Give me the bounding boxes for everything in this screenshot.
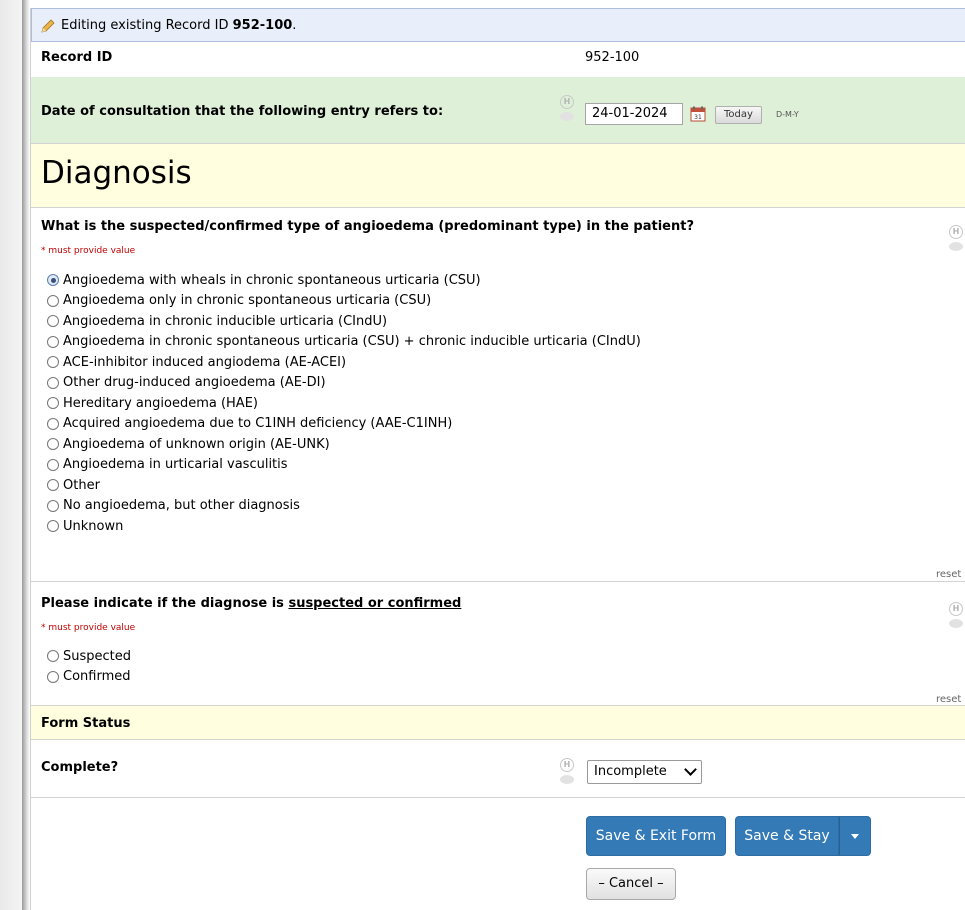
radio-group-suspected-confirmed: Suspected Confirmed — [47, 646, 131, 687]
radio-button[interactable] — [47, 274, 59, 287]
radio-button[interactable] — [47, 438, 59, 451]
field-history-comment[interactable]: H — [560, 95, 574, 125]
radio-label: Acquired angioedema due to C1INH deficie… — [63, 416, 453, 432]
radio-button[interactable] — [47, 670, 59, 683]
radio-label: No angioedema, but other diagnosis — [63, 498, 300, 514]
complete-status-select[interactable]: Incomplete — [587, 760, 702, 784]
record-id-value: 952-100 — [585, 50, 640, 65]
radio-label: Angioedema of unknown origin (AE-UNK) — [63, 436, 330, 452]
calendar-icon[interactable]: 31 — [690, 106, 706, 122]
radio-button[interactable] — [47, 499, 59, 512]
save-exit-button[interactable]: Save & Exit Form — [586, 816, 726, 856]
required-note: * must provide value — [41, 246, 136, 256]
radio-label: Angioedema only in chronic spontaneous u… — [63, 293, 432, 309]
radio-group-angioedema-type: Angioedema with wheals in chronic sponta… — [47, 270, 641, 537]
comment-icon[interactable] — [560, 112, 574, 121]
section-title: Diagnosis — [41, 155, 192, 191]
radio-label: Hereditary angioedema (HAE) — [63, 395, 258, 411]
angioedema-type-option[interactable]: Angioedema only in chronic spontaneous u… — [47, 291, 641, 312]
radio-button[interactable] — [47, 335, 59, 348]
radio-label: Other — [63, 477, 100, 493]
radio-label: Other drug-induced angioedema (AE-DI) — [63, 375, 326, 391]
comment-icon[interactable] — [949, 242, 963, 251]
comment-icon[interactable] — [949, 619, 963, 628]
svg-text:31: 31 — [694, 114, 702, 121]
field-history-comment[interactable]: H — [949, 225, 963, 255]
reset-link[interactable]: reset — [936, 694, 961, 705]
cancel-button[interactable]: – Cancel – — [586, 868, 676, 900]
complete-row: Complete? — [31, 740, 965, 798]
record-id-label: Record ID — [41, 50, 113, 65]
panel-shadow — [22, 0, 30, 910]
radio-label: ACE-inhibitor induced angiodema (AE-ACEI… — [63, 354, 347, 370]
form-status-header: Form Status — [31, 706, 965, 740]
pencil-icon — [41, 19, 55, 33]
radio-button[interactable] — [47, 294, 59, 307]
angioedema-type-option[interactable]: Angioedema of unknown origin (AE-UNK) — [47, 434, 641, 455]
angioedema-type-option[interactable]: Unknown — [47, 516, 641, 537]
field-history-comment[interactable]: H — [949, 602, 963, 632]
caret-down-icon — [851, 834, 859, 839]
today-button[interactable]: Today — [715, 106, 762, 124]
save-options-dropdown[interactable] — [839, 816, 871, 856]
complete-status-value: Incomplete — [594, 764, 667, 779]
radio-label: Unknown — [63, 518, 124, 534]
angioedema-type-option[interactable]: Other drug-induced angioedema (AE-DI) — [47, 373, 641, 394]
data-entry-form: Editing existing Record ID 952-100. Reco… — [30, 8, 965, 910]
diagnosis-certainty-option[interactable]: Suspected — [47, 646, 131, 667]
question-suspected-confirmed: Please indicate if the diagnose is suspe… — [31, 582, 965, 706]
angioedema-type-option[interactable]: Angioedema in chronic spontaneous urtica… — [47, 332, 641, 353]
section-header-diagnosis: Diagnosis — [31, 144, 965, 208]
radio-button[interactable] — [47, 458, 59, 471]
radio-button[interactable] — [47, 520, 59, 533]
history-icon[interactable]: H — [949, 602, 963, 616]
date-input[interactable]: 24-01-2024 — [585, 103, 683, 125]
chevron-down-icon — [684, 763, 697, 776]
date-format-hint: D-M-Y — [776, 110, 799, 119]
save-stay-button[interactable]: Save & Stay — [735, 816, 839, 856]
radio-button[interactable] — [47, 417, 59, 430]
angioedema-type-option[interactable]: Angioedema in chronic inducible urticari… — [47, 311, 641, 332]
question-label: Please indicate if the diagnose is suspe… — [41, 596, 462, 611]
history-icon[interactable]: H — [560, 95, 574, 109]
question-angioedema-type: What is the suspected/confirmed type of … — [31, 208, 965, 582]
angioedema-type-option[interactable]: Acquired angioedema due to C1INH deficie… — [47, 414, 641, 435]
history-icon[interactable]: H — [949, 225, 963, 239]
form-status-title: Form Status — [41, 716, 131, 731]
radio-button[interactable] — [47, 479, 59, 492]
sidebar-background — [0, 0, 22, 910]
required-note: * must provide value — [41, 623, 136, 633]
radio-button[interactable] — [47, 650, 59, 663]
radio-button[interactable] — [47, 356, 59, 369]
diagnosis-certainty-option[interactable]: Confirmed — [47, 667, 131, 688]
angioedema-type-option[interactable]: Angioedema with wheals in chronic sponta… — [47, 270, 641, 291]
history-icon[interactable]: H — [560, 758, 574, 772]
complete-label: Complete? — [41, 760, 119, 775]
radio-button[interactable] — [47, 397, 59, 410]
editing-text: Editing existing Record ID 952-100. — [61, 18, 297, 33]
comment-icon[interactable] — [560, 775, 574, 784]
angioedema-type-option[interactable]: Other — [47, 475, 641, 496]
radio-label: Angioedema in chronic inducible urticari… — [63, 313, 388, 329]
radio-label: Angioedema in urticarial vasculitis — [63, 457, 288, 473]
angioedema-type-option[interactable]: No angioedema, but other diagnosis — [47, 496, 641, 517]
field-history-comment[interactable]: H — [560, 758, 574, 788]
radio-label: Angioedema in chronic spontaneous urtica… — [63, 334, 641, 350]
angioedema-type-option[interactable]: Hereditary angioedema (HAE) — [47, 393, 641, 414]
radio-label: Suspected — [63, 648, 132, 664]
angioedema-type-option[interactable]: ACE-inhibitor induced angiodema (AE-ACEI… — [47, 352, 641, 373]
angioedema-type-option[interactable]: Angioedema in urticarial vasculitis — [47, 455, 641, 476]
date-label: Date of consultation that the following … — [41, 104, 444, 119]
editing-banner: Editing existing Record ID 952-100. — [31, 8, 965, 42]
radio-label: Angioedema with wheals in chronic sponta… — [63, 272, 481, 288]
radio-label: Confirmed — [63, 669, 131, 685]
reset-link[interactable]: reset — [936, 569, 961, 580]
radio-button[interactable] — [47, 315, 59, 328]
radio-button[interactable] — [47, 376, 59, 389]
editing-record-id: 952-100 — [232, 18, 293, 33]
question-label: What is the suspected/confirmed type of … — [41, 219, 695, 234]
